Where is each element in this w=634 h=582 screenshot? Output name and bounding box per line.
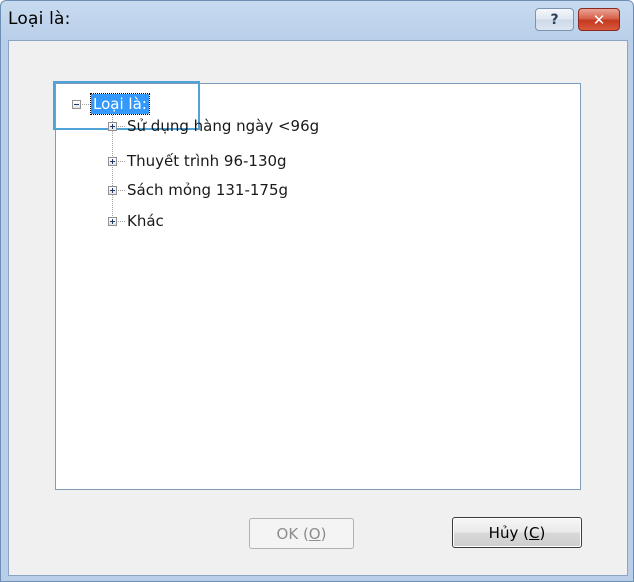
- plus-box-icon[interactable]: [108, 185, 117, 195]
- tree-item-label[interactable]: Sử dụng hàng ngày <96g: [127, 117, 319, 135]
- tree-item-presentation[interactable]: Thuyết trình 96-130g: [108, 150, 287, 172]
- tree-root-label[interactable]: Loại là:: [90, 93, 150, 115]
- help-button[interactable]: ?: [535, 8, 574, 31]
- help-icon: ?: [550, 11, 559, 28]
- cancel-button-label-suffix: ): [539, 523, 546, 542]
- plus-box-icon[interactable]: [108, 156, 117, 166]
- cancel-button-mnemonic: C: [528, 523, 540, 542]
- ok-button-mnemonic: O: [308, 524, 321, 543]
- close-button[interactable]: ✕: [578, 8, 620, 31]
- plus-box-icon[interactable]: [108, 216, 117, 226]
- tree-connector-line: [118, 160, 125, 162]
- cancel-button-label: Hủy (: [488, 523, 529, 542]
- close-icon: ✕: [592, 10, 606, 29]
- window-title: Loại là:: [8, 9, 71, 29]
- cancel-button[interactable]: Hủy (C): [452, 517, 582, 548]
- tree-root-node[interactable]: Loại là:: [72, 93, 150, 115]
- tree-connector-line: [82, 103, 89, 105]
- tree-item-other[interactable]: Khác: [108, 210, 164, 232]
- ok-button-label: OK (: [276, 524, 309, 543]
- tree-connector-line: [118, 125, 125, 127]
- tree-item-label[interactable]: Sách mỏng 131-175g: [127, 181, 288, 199]
- ok-button-label-suffix: ): [320, 524, 327, 543]
- plus-box-icon[interactable]: [108, 121, 117, 131]
- title-bar[interactable]: Loại là: ? ✕: [1, 1, 633, 41]
- tree-item-daily-use[interactable]: Sử dụng hàng ngày <96g: [108, 115, 319, 137]
- tree-item-brochure[interactable]: Sách mỏng 131-175g: [108, 179, 288, 201]
- type-tree-view[interactable]: Loại là: Sử dụng hàng ngày <96g Thuyết t…: [53, 81, 581, 490]
- minus-box-icon[interactable]: [72, 99, 81, 109]
- tree-item-label[interactable]: Khác: [127, 212, 164, 230]
- tree-connector-line: [118, 220, 125, 222]
- ok-button[interactable]: OK (O): [249, 518, 354, 549]
- tree-connector-line: [118, 189, 125, 191]
- tree-item-label[interactable]: Thuyết trình 96-130g: [127, 152, 287, 170]
